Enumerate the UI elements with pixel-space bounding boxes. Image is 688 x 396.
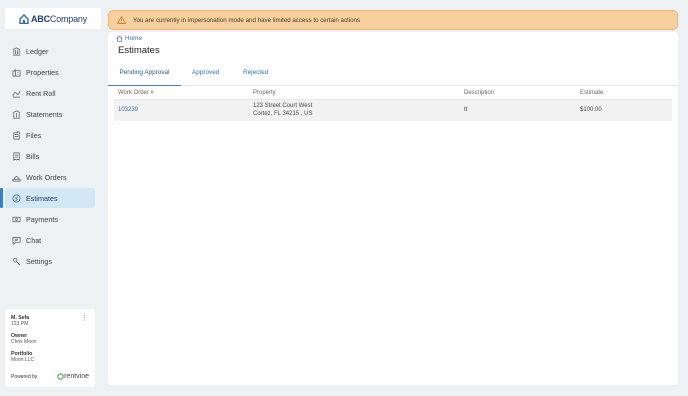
payments-icon [12,216,21,222]
tab-rejected[interactable]: Rejected [243,69,268,86]
user-card: M. Sefa 123 PM ⋮ Owner Chris Moon Portfo… [5,309,95,387]
work-order-link[interactable]: 103239 [118,107,138,113]
sidebar-item-label: Chat [26,235,42,245]
sidebar-item-files[interactable]: Files [5,125,95,145]
estimate-amount: $100.00 [580,107,602,113]
column-header-description: Description [464,90,495,96]
column-header-estimate: Estimate [580,90,604,96]
statements-icon [12,109,21,118]
user-time: 123 PM [11,321,29,327]
sidebar-item-statements[interactable]: Statements [5,104,95,124]
properties-icon [12,68,21,76]
sidebar-item-chat[interactable]: Chat [5,230,95,250]
tab-approved[interactable]: Approved [192,69,219,86]
column-header-property: Property [253,90,276,96]
warning-icon [117,16,126,24]
kebab-menu-icon[interactable]: ⋮ [81,314,88,322]
sidebar-item-label: Bills [26,151,40,161]
portfolio-value: Moon LLC [11,357,35,363]
work-orders-icon [12,175,21,181]
property-address-line2: Cortez, FL 34215 , US [253,111,313,117]
sidebar-item-label: Payments [26,214,58,224]
sidebar-item-label: Files [26,130,42,140]
rent-roll-icon [12,90,21,97]
table-header: Work Order # Property Description Estima… [114,88,672,100]
logo-prefix: ABC [30,13,50,24]
estimates-icon: $ [12,194,21,202]
sidebar-nav: Ledger Properties Rent Roll Statements F… [0,41,95,272]
estimates-table: Work Order # Property Description Estima… [114,88,672,121]
impersonation-banner: You are currently in impersonation mode … [108,10,678,30]
powered-by: Powered by rentvine [11,373,89,380]
sidebar-item-bills[interactable]: Bills [5,146,95,166]
rentvine-brand-text: rentvine [64,373,89,380]
banner-text: You are currently in impersonation mode … [133,16,361,24]
settings-icon [12,257,21,265]
sidebar-item-label: Ledger [26,46,49,56]
page-title: Estimates [118,45,160,56]
tab-pending-approval[interactable]: Pending Approval [108,69,181,86]
sidebar: ABC Company Ledger Properties Rent Roll … [0,0,104,396]
sidebar-item-settings[interactable]: Settings [5,251,95,271]
chat-icon [12,236,21,245]
bills-icon [13,152,20,161]
sidebar-item-label: Settings [26,256,52,266]
svg-text:$: $ [15,196,18,202]
company-logo[interactable]: ABC Company [5,8,101,29]
sidebar-item-ledger[interactable]: Ledger [5,41,95,61]
sidebar-item-label: Work Orders [26,172,67,182]
home-icon [116,35,123,42]
owner-value: Chris Moon [11,339,37,345]
powered-by-label: Powered by [11,373,38,380]
house-logo-icon [19,13,29,24]
logo-suffix: Company [49,13,88,24]
rentvine-logo: rentvine [57,373,89,380]
table-row[interactable]: 103239 123 Street Court West Cortez, FL … [114,100,672,121]
sidebar-item-rent-roll[interactable]: Rent Roll [5,83,95,103]
breadcrumb[interactable]: Home [116,35,142,42]
sidebar-item-label: Estimates [26,193,58,203]
sidebar-item-label: Statements [26,109,63,119]
files-icon [13,131,20,139]
column-header-work-order: Work Order # [118,90,154,96]
property-address-line1: 123 Street Court West [253,103,313,109]
ledger-icon [12,46,21,55]
main-panel: Home Estimates Pending Approval Approved… [108,32,678,385]
rentvine-logo-icon [57,373,64,380]
sidebar-item-work-orders[interactable]: Work Orders [5,167,95,187]
sidebar-item-label: Properties [26,67,59,77]
tabs: Pending Approval Approved Rejected [108,67,678,86]
sidebar-item-properties[interactable]: Properties [5,62,95,82]
sidebar-item-label: Rent Roll [26,88,56,98]
breadcrumb-home[interactable]: Home [125,35,142,42]
description-cell: tt [464,107,468,113]
sidebar-item-estimates[interactable]: $ Estimates [0,188,95,208]
sidebar-item-payments[interactable]: Payments [5,209,95,229]
